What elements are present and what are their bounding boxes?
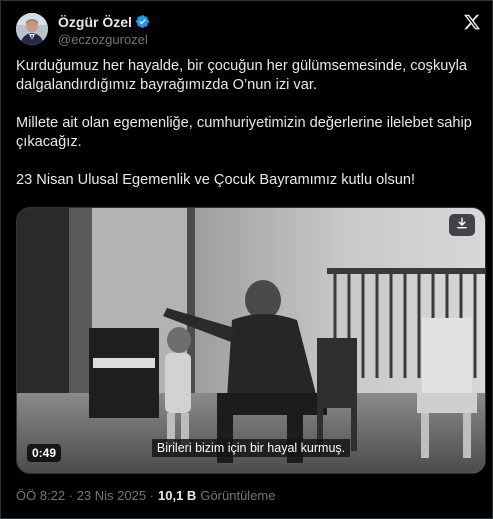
- video-subtitle: Birileri bizim için bir hayal kurmuş.: [17, 439, 485, 457]
- x-logo-icon[interactable]: [463, 13, 481, 31]
- tweet-paragraph: Millete ait olan egemenliğe, cumhuriyeti…: [16, 115, 476, 150]
- subtitle-text: Birileri bizim için bir hayal kurmuş.: [151, 439, 351, 457]
- name-row: Özgür Özel: [58, 13, 150, 30]
- download-button[interactable]: [449, 214, 475, 236]
- timestamp[interactable]: ÖÖ 8:22 · 23 Nis 2025 ·: [16, 488, 154, 503]
- display-name[interactable]: Özgür Özel: [58, 14, 132, 30]
- video-player[interactable]: Birileri bizim için bir hayal kurmuş. 0:…: [16, 207, 486, 474]
- views-count: 10,1 B: [158, 488, 197, 503]
- video-duration-badge: 0:49: [27, 444, 62, 462]
- views-label: Görüntüleme: [200, 488, 276, 503]
- tweet-header: Özgür Özel @eczozgurozel: [16, 11, 481, 47]
- tweet-text: Kurduğumuz her hayalde, bir çocuğun her …: [16, 57, 478, 209]
- download-icon: [455, 216, 469, 235]
- avatar[interactable]: [16, 13, 48, 45]
- tweet-card: Özgür Özel @eczozgurozel Kurduğumuz her …: [0, 0, 493, 519]
- video-frame-image: [17, 208, 485, 473]
- tweet-paragraph: 23 Nisan Ulusal Egemenlik ve Çocuk Bayra…: [16, 172, 416, 188]
- tweet-paragraph: Kurduğumuz her hayalde, bir çocuğun her …: [16, 58, 472, 93]
- tweet-meta: ÖÖ 8:22 · 23 Nis 2025 · 10,1 B Görüntüle…: [16, 488, 275, 503]
- verified-badge-icon: [135, 14, 150, 29]
- user-handle[interactable]: @eczozgurozel: [58, 32, 148, 47]
